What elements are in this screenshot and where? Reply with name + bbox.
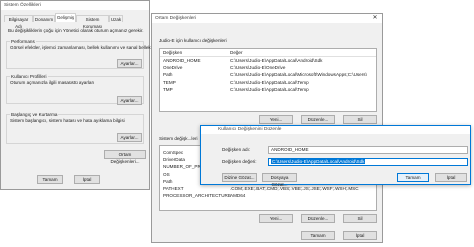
- edit-ok-button[interactable]: Tamam: [397, 173, 429, 182]
- system-delete-button[interactable]: Sil: [343, 214, 377, 223]
- var-name: Path: [163, 178, 173, 184]
- var-name: TMP: [163, 86, 173, 92]
- var-name: ComSpec: [163, 150, 184, 155]
- var-name: Path: [163, 72, 173, 78]
- user-vars-list[interactable]: Değişken Değer ANDROID_HOME C:\Users\Jud…: [159, 48, 377, 112]
- system-properties-window: Sistem Özellikleri Bilgisayar Adı Donanı…: [0, 0, 151, 190]
- startup-group: Başlangıç ve Kurtarma Sistem başlangıcı,…: [6, 112, 144, 144]
- var-name: OneDrive: [163, 65, 183, 71]
- col-variable-header[interactable]: Değişken: [163, 50, 182, 55]
- performance-group: Performans Görsel efektler, işlemci zama…: [6, 39, 151, 69]
- sys-cancel-button[interactable]: İptal: [74, 175, 100, 184]
- user-vars-header: Değişken Değer: [160, 49, 376, 57]
- performance-desc: Görsel efektler, işlemci zamanlaması, be…: [10, 45, 151, 50]
- var-value: C:\Users\Judio-E\AppData\Local\Temp: [230, 79, 309, 85]
- var-value: C:\Users\Judio-E\OneDrive: [230, 65, 286, 71]
- browse-directory-button[interactable]: Dizine Gözat...: [222, 173, 257, 182]
- variable-value-field[interactable]: C:\Users\Judio-E\AppData\Local\Android\S…: [268, 158, 468, 166]
- environment-variables-button[interactable]: Ortam Değişkenleri...: [104, 150, 146, 164]
- tab-advanced[interactable]: Gelişmiş: [55, 13, 76, 22]
- table-row[interactable]: PATHEXT .COM;.EXE;.BAT;.CMD;.VBS;.VBE;.J…: [160, 185, 376, 192]
- col-value-header[interactable]: Değer: [230, 50, 243, 55]
- edit-dialog-titlebar: Kullanıcı Değişkenini Düzenle: [201, 126, 470, 134]
- variable-value-text: C:\Users\Judio-E\AppData\Local\Android\S…: [271, 159, 366, 164]
- env-titlebar: Ortam Değişkenleri ✕: [152, 14, 382, 23]
- performance-settings-button[interactable]: Ayarlar...: [117, 59, 142, 68]
- profiles-group: Kullanıcı Profilleri Oturum açmanızla il…: [6, 74, 144, 105]
- profiles-settings-button[interactable]: Ayarlar...: [117, 96, 142, 105]
- table-row[interactable]: TEMP C:\Users\Judio-E\AppData\Local\Temp: [160, 79, 376, 86]
- edit-variable-dialog: Kullanıcı Değişkenini Düzenle Değişken a…: [200, 125, 471, 187]
- sys-ok-button[interactable]: Tamam: [37, 175, 63, 184]
- close-icon[interactable]: ✕: [370, 14, 380, 23]
- table-row[interactable]: Path C:\Users\Judio-E\AppData\Local\Micr…: [160, 71, 376, 78]
- system-edit-button[interactable]: Düzenle...: [301, 214, 335, 223]
- browse-file-button[interactable]: Dosyaya Gözat...: [262, 173, 297, 187]
- startup-desc: Sistem başlangıcı, sistem hatası ve hata…: [10, 118, 125, 123]
- variable-value-label: Değişken değeri:: [222, 159, 257, 164]
- var-value: C:\Users\Judio-E\AppData\Local\Temp: [230, 86, 309, 92]
- profiles-title: Kullanıcı Profilleri: [10, 74, 48, 79]
- startup-settings-button[interactable]: Ayarlar...: [117, 133, 142, 142]
- variable-name-label: Değişken adı:: [222, 147, 251, 152]
- profiles-desc: Oturum açmanızla ilgili masaüstü ayarlar…: [10, 80, 95, 85]
- env-cancel-button[interactable]: İptal: [343, 231, 377, 240]
- performance-title: Performans: [10, 39, 36, 44]
- var-name: PROCESSOR_ARCHITECTURE: [163, 193, 231, 199]
- edit-cancel-button[interactable]: İptal: [435, 173, 467, 182]
- var-name: OS: [163, 171, 170, 177]
- var-name: ANDROID_HOME: [163, 58, 201, 63]
- tab-computer-name[interactable]: Bilgisayar Adı: [4, 15, 33, 29]
- system-new-button[interactable]: Yeni...: [259, 214, 293, 223]
- edit-dialog-title: Kullanıcı Değişkenini Düzenle: [218, 127, 282, 132]
- user-new-button[interactable]: Yeni...: [259, 115, 293, 124]
- var-value: AMD64: [230, 193, 246, 199]
- user-vars-heading: Judio-E için kullanıcı değişkenleri: [159, 38, 227, 43]
- var-value: C:\Users\Judio-E\AppData\Local\Microsoft…: [230, 72, 367, 78]
- tab-system-protection[interactable]: Sistem Koruması: [76, 15, 109, 29]
- table-row[interactable]: ANDROID_HOME C:\Users\Judio-E\AppData\Lo…: [160, 57, 376, 64]
- tab-remote[interactable]: Uzak: [109, 15, 123, 22]
- var-value: C:\Users\Judio-E\AppData\Local\Android\S…: [230, 58, 323, 63]
- var-name: PATHEXT: [163, 185, 184, 191]
- env-window-title: Ortam Değişkenleri: [155, 16, 197, 21]
- user-edit-button[interactable]: Düzenle...: [301, 115, 335, 124]
- user-delete-button[interactable]: Sil: [343, 115, 377, 124]
- var-name: TEMP: [163, 79, 176, 85]
- system-vars-heading: Sistem değişk...leri: [159, 136, 198, 141]
- var-name: DriverData: [163, 157, 185, 163]
- table-row[interactable]: PROCESSOR_ARCHITECTURE AMD64: [160, 192, 376, 199]
- table-row[interactable]: OneDrive C:\Users\Judio-E\OneDrive: [160, 64, 376, 71]
- admin-note: Bu değişikliklerin çoğu için Yönetici ol…: [8, 28, 144, 33]
- table-row[interactable]: TMP C:\Users\Judio-E\AppData\Local\Temp: [160, 86, 376, 93]
- tab-hardware[interactable]: Donanım: [33, 15, 55, 22]
- variable-name-field[interactable]: ANDROID_HOME: [268, 146, 468, 154]
- system-properties-titlebar: Sistem Özellikleri: [1, 1, 149, 10]
- env-ok-button[interactable]: Tamam: [301, 231, 335, 240]
- window-title: Sistem Özellikleri: [4, 3, 41, 8]
- startup-title: Başlangıç ve Kurtarma: [10, 112, 59, 117]
- var-value: .COM;.EXE;.BAT;.CMD;.VBS;.VBE;.JS;.JSE;.…: [230, 185, 359, 191]
